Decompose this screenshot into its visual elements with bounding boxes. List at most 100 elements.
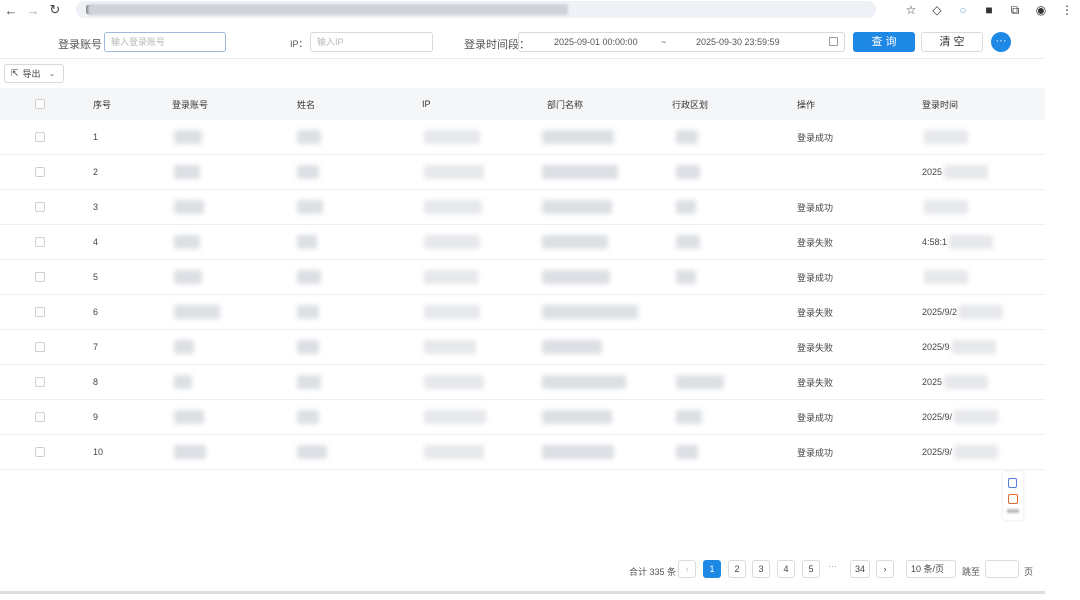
table-row[interactable]: 7 登录失败 2025/9: [0, 330, 1045, 365]
reload-icon[interactable]: ↻: [44, 0, 66, 20]
table-row[interactable]: 4 登录失败 4:58:1: [0, 225, 1045, 260]
row-action: 登录成功: [797, 272, 834, 283]
back-icon[interactable]: ←: [0, 0, 22, 20]
ip-redacted: [424, 270, 478, 284]
account-redacted: [174, 235, 200, 249]
table-row[interactable]: 8 登录失败 2025: [0, 365, 1045, 400]
table-row[interactable]: 2 2025: [0, 155, 1045, 190]
extension-icon[interactable]: ◇: [924, 0, 950, 20]
region-redacted: [676, 410, 702, 424]
page-ellipsis[interactable]: ···: [828, 561, 837, 571]
time-redacted: [944, 165, 989, 179]
extension-circle-icon[interactable]: ○: [950, 0, 976, 20]
region-redacted: [676, 235, 700, 249]
extension-dark-icon[interactable]: ■: [976, 0, 1002, 20]
page-button-1[interactable]: 1: [703, 560, 721, 578]
export-label: 导出: [22, 69, 41, 79]
row-checkbox[interactable]: [35, 447, 45, 457]
table-row[interactable]: 3 登录成功: [0, 190, 1045, 225]
page-button-last[interactable]: 34: [850, 560, 870, 578]
name-redacted: [297, 410, 319, 424]
account-redacted: [174, 445, 206, 459]
row-checkbox[interactable]: [35, 272, 45, 282]
page-size-select[interactable]: 10 条/页: [906, 560, 956, 578]
department-redacted: [542, 130, 614, 144]
row-login-time: 2025: [922, 377, 943, 387]
document-icon[interactable]: [1008, 478, 1017, 488]
row-index: 5: [93, 272, 99, 282]
browser-toolbar: ← → ↻ ☆ ◇ ○ ■ ⧉ ◉ ⋮: [0, 0, 1080, 20]
region-redacted: [676, 445, 698, 459]
name-redacted: [297, 165, 319, 179]
url-text: [88, 4, 568, 15]
row-checkbox[interactable]: [35, 237, 45, 247]
puzzle-icon[interactable]: ⧉: [1002, 0, 1028, 20]
header-login-time: 登录时间: [922, 99, 959, 110]
table-row[interactable]: 9 登录成功 2025/9/: [0, 400, 1045, 435]
department-redacted: [542, 340, 602, 354]
horizontal-scrollbar[interactable]: [0, 591, 1045, 594]
ip-redacted: [424, 305, 480, 319]
row-index: 7: [93, 342, 99, 352]
table-row[interactable]: 5 登录成功: [0, 260, 1045, 295]
table-body: 1 登录成功 2 2025 3 登录成功 4 登录失败 4:58:1 5 登录成功 6 登录失败 2025…: [0, 120, 1045, 470]
account-redacted: [174, 130, 202, 144]
export-button[interactable]: ⇱ 导出 ⌄: [4, 64, 64, 83]
ip-input[interactable]: 输入IP: [310, 32, 433, 52]
time-redacted: [959, 305, 1004, 319]
query-button[interactable]: 查 询: [853, 32, 915, 52]
row-checkbox[interactable]: [35, 167, 45, 177]
row-checkbox[interactable]: [35, 412, 45, 422]
note-icon[interactable]: [1008, 494, 1018, 504]
more-button[interactable]: ···: [991, 32, 1011, 52]
account-input[interactable]: 输入登录账号: [104, 32, 226, 52]
page-button-3[interactable]: 3: [752, 560, 770, 578]
address-bar[interactable]: [76, 1, 876, 18]
clear-button[interactable]: 清 空: [921, 32, 983, 52]
chevron-down-icon: ⌄: [48, 69, 56, 78]
date-start[interactable]: 2025-09-01 00:00:00: [554, 37, 638, 47]
prev-page-button[interactable]: ‹: [678, 560, 696, 578]
row-checkbox[interactable]: [35, 202, 45, 212]
table-row[interactable]: 1 登录成功: [0, 120, 1045, 155]
forward-icon[interactable]: →: [22, 0, 44, 20]
row-index: 3: [93, 202, 99, 212]
row-checkbox[interactable]: [35, 342, 45, 352]
row-checkbox[interactable]: [35, 377, 45, 387]
menu-dots-icon[interactable]: ⋮: [1054, 0, 1080, 20]
name-redacted: [297, 200, 323, 214]
page-button-2[interactable]: 2: [728, 560, 746, 578]
region-redacted: [676, 375, 724, 389]
table-row[interactable]: 10 登录成功 2025/9/: [0, 435, 1045, 470]
department-redacted: [542, 235, 608, 249]
export-icon: ⇱: [11, 68, 19, 78]
row-index: 2: [93, 167, 99, 177]
row-checkbox[interactable]: [35, 132, 45, 142]
ip-redacted: [424, 410, 486, 424]
select-all-checkbox[interactable]: [35, 99, 45, 109]
table-row[interactable]: 6 登录失败 2025/9/2: [0, 295, 1045, 330]
total-count: 合计 335 条: [629, 567, 677, 577]
account-redacted: [174, 165, 200, 179]
row-checkbox[interactable]: [35, 307, 45, 317]
row-login-time: 4:58:1: [922, 237, 948, 247]
next-page-button[interactable]: ›: [876, 560, 894, 578]
row-action: 登录失败: [797, 342, 834, 353]
date-end[interactable]: 2025-09-30 23:59:59: [696, 37, 780, 47]
bookmark-star-icon[interactable]: ☆: [898, 0, 924, 20]
department-redacted: [542, 305, 638, 319]
jump-page-input[interactable]: [985, 560, 1019, 578]
profile-icon[interactable]: ◉: [1028, 0, 1054, 20]
calendar-icon: [829, 37, 838, 46]
department-redacted: [542, 445, 614, 459]
page-button-5[interactable]: 5: [802, 560, 820, 578]
date-range-picker[interactable]: 2025-09-01 00:00:00 ~ 2025-09-30 23:59:5…: [518, 32, 845, 52]
header-ip: IP: [422, 99, 431, 109]
account-redacted: [174, 410, 204, 424]
time-redacted: [924, 200, 968, 214]
row-index: 9: [93, 412, 99, 422]
page-button-4[interactable]: 4: [777, 560, 795, 578]
row-action: 登录失败: [797, 237, 834, 248]
row-action: 登录成功: [797, 447, 834, 458]
header-account: 登录账号: [172, 99, 209, 110]
